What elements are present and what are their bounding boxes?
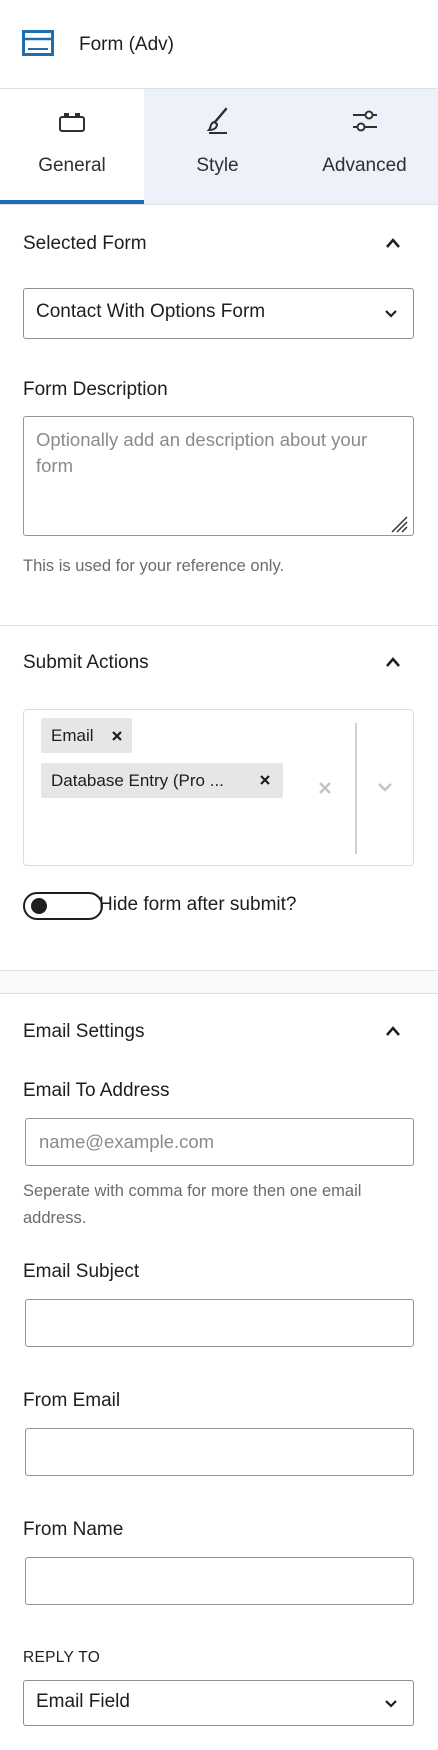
email-to-help: Seperate with comma for more then one em…: [23, 1182, 362, 1227]
general-tab-icon: [59, 113, 85, 132]
clear-all-icon[interactable]: [317, 780, 333, 796]
panel-selected-form: Selected Form Contact With Options Form …: [0, 205, 438, 625]
form-description-textarea[interactable]: Optionally add an description about your…: [23, 416, 414, 536]
chevron-down-icon: [385, 1700, 397, 1708]
remove-tag-icon[interactable]: [259, 774, 271, 786]
panel-email-settings: Email Settings Email To Address name@exa…: [0, 994, 438, 1750]
tab-style-label: Style: [196, 155, 239, 176]
tab-general[interactable]: General: [0, 89, 144, 204]
reply-to-select-value: Email Field: [36, 1691, 130, 1712]
from-name-input[interactable]: [25, 1557, 414, 1605]
form-block-icon: [22, 30, 54, 56]
panel-title: Email Settings: [23, 1021, 145, 1042]
chevron-up-icon[interactable]: [384, 236, 402, 250]
from-email-label: From Email: [23, 1390, 121, 1411]
sliders-icon: [353, 110, 377, 132]
panel-title: Selected Form: [23, 233, 147, 254]
action-tag-label: Email: [51, 726, 94, 745]
hide-form-toggle[interactable]: [23, 892, 103, 920]
remove-tag-icon[interactable]: [111, 730, 123, 742]
brush-icon: [206, 107, 228, 134]
email-subject-label: Email Subject: [23, 1261, 140, 1282]
email-to-placeholder: name@example.com: [39, 1131, 215, 1152]
chevron-down-icon[interactable]: [376, 780, 394, 794]
panel-submit-actions: Submit Actions Email Database Entry (Pro…: [0, 626, 438, 970]
email-to-label: Email To Address: [23, 1080, 170, 1101]
tab-style[interactable]: Style: [144, 89, 291, 204]
form-select-value: Contact With Options Form: [36, 301, 266, 322]
form-description-help: This is used for your reference only.: [23, 557, 285, 575]
section-gap: [0, 971, 438, 993]
reply-to-label: REPLY TO: [23, 1649, 101, 1666]
tab-advanced[interactable]: Advanced: [291, 89, 438, 204]
chevron-up-icon[interactable]: [384, 1024, 402, 1038]
form-description-label: Form Description: [23, 379, 168, 400]
from-email-input[interactable]: [25, 1428, 414, 1476]
form-select[interactable]: Contact With Options Form: [23, 288, 414, 339]
tab-advanced-label: Advanced: [322, 155, 407, 176]
submit-actions-multiselect[interactable]: Email Database Entry (Pro ...: [23, 709, 414, 866]
chevron-up-icon[interactable]: [384, 655, 402, 669]
email-subject-input[interactable]: [25, 1299, 414, 1347]
action-tag-label: Database Entry (Pro ...: [51, 771, 224, 790]
action-tag-database: Database Entry (Pro ...: [41, 763, 283, 798]
multiselect-separator: [355, 723, 357, 854]
tab-general-label: General: [38, 155, 106, 176]
resize-handle-icon[interactable]: [388, 513, 408, 533]
form-description-placeholder: Optionally add an description about your…: [36, 429, 368, 476]
email-to-input[interactable]: name@example.com: [25, 1118, 414, 1166]
block-title: Form (Adv): [79, 34, 174, 55]
reply-to-select[interactable]: Email Field: [23, 1680, 414, 1726]
tab-bar: General Style Advanced: [0, 89, 438, 204]
block-header: Form (Adv): [0, 0, 438, 89]
from-name-label: From Name: [23, 1519, 124, 1540]
panel-title: Submit Actions: [23, 652, 149, 673]
chevron-down-icon: [385, 310, 397, 318]
toggle-knob: [31, 898, 47, 914]
action-tag-email: Email: [41, 718, 132, 753]
hide-form-toggle-label: Hide form after submit?: [99, 894, 297, 915]
